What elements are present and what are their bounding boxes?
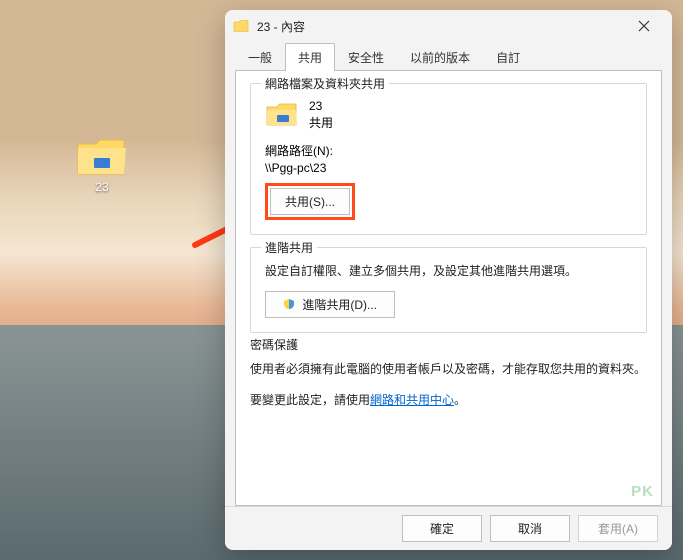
group-advanced-sharing-title: 進階共用 (261, 239, 317, 256)
share-name: 23 (309, 98, 333, 115)
tab-general[interactable]: 一般 (235, 43, 285, 71)
advanced-sharing-desc: 設定自訂權限、建立多個共用，及設定其他進階共用選項。 (265, 262, 632, 281)
shared-folder-icon (265, 101, 299, 129)
watermark: PK (631, 483, 654, 500)
group-advanced-sharing: 進階共用 設定自訂權限、建立多個共用，及設定其他進階共用選項。 進階共用(D).… (250, 247, 647, 334)
tab-sharing[interactable]: 共用 (285, 43, 335, 71)
tab-previous-versions[interactable]: 以前的版本 (397, 43, 483, 71)
dialog-footer: 確定 取消 套用(A) (225, 506, 672, 550)
share-status: 共用 (309, 115, 333, 132)
advanced-sharing-button[interactable]: 進階共用(D)... (265, 291, 395, 318)
group-password-protection: 密碼保護 使用者必須擁有此電腦的使用者帳戶以及密碼，才能存取您共用的資料夾。 要… (250, 345, 647, 424)
shield-icon (283, 298, 295, 313)
window-title: 23 - 內容 (257, 18, 624, 35)
share-button[interactable]: 共用(S)... (270, 188, 350, 215)
desktop-folder-label: 23 (72, 180, 132, 194)
properties-dialog: 23 - 內容 一般 共用 安全性 以前的版本 自訂 網路檔案及資料夾共用 23 (225, 10, 672, 550)
annotation-highlight: 共用(S)... (265, 183, 355, 220)
tab-security[interactable]: 安全性 (335, 43, 397, 71)
network-sharing-center-link[interactable]: 網路和共用中心 (370, 393, 454, 407)
folder-icon (233, 19, 249, 33)
close-icon (638, 20, 650, 32)
close-button[interactable] (624, 12, 664, 40)
ok-button[interactable]: 確定 (402, 515, 482, 542)
password-desc-line2-suffix: 。 (454, 393, 466, 407)
group-password-title: 密碼保護 (250, 336, 302, 353)
advanced-sharing-button-label: 進階共用(D)... (302, 298, 377, 312)
titlebar: 23 - 內容 (225, 10, 672, 42)
password-desc-line2-prefix: 要變更此設定，請使用 (250, 393, 370, 407)
network-path-value: \\Pgg-pc\23 (265, 161, 632, 175)
apply-button[interactable]: 套用(A) (578, 515, 658, 542)
tab-panel-sharing: 網路檔案及資料夾共用 23 共用 網路路徑(N): \\Pgg-pc\23 共用… (235, 70, 662, 506)
network-path-label: 網路路徑(N): (265, 142, 632, 159)
group-network-sharing: 網路檔案及資料夾共用 23 共用 網路路徑(N): \\Pgg-pc\23 共用… (250, 83, 647, 235)
group-network-sharing-title: 網路檔案及資料夾共用 (261, 75, 389, 92)
tab-customize[interactable]: 自訂 (483, 43, 533, 71)
tab-strip: 一般 共用 安全性 以前的版本 自訂 (225, 42, 672, 70)
desktop-folder-23[interactable]: 23 (72, 136, 132, 194)
password-desc-line1: 使用者必須擁有此電腦的使用者帳戶以及密碼，才能存取您共用的資料夾。 (250, 359, 647, 379)
cancel-button[interactable]: 取消 (490, 515, 570, 542)
folder-icon (76, 136, 128, 178)
